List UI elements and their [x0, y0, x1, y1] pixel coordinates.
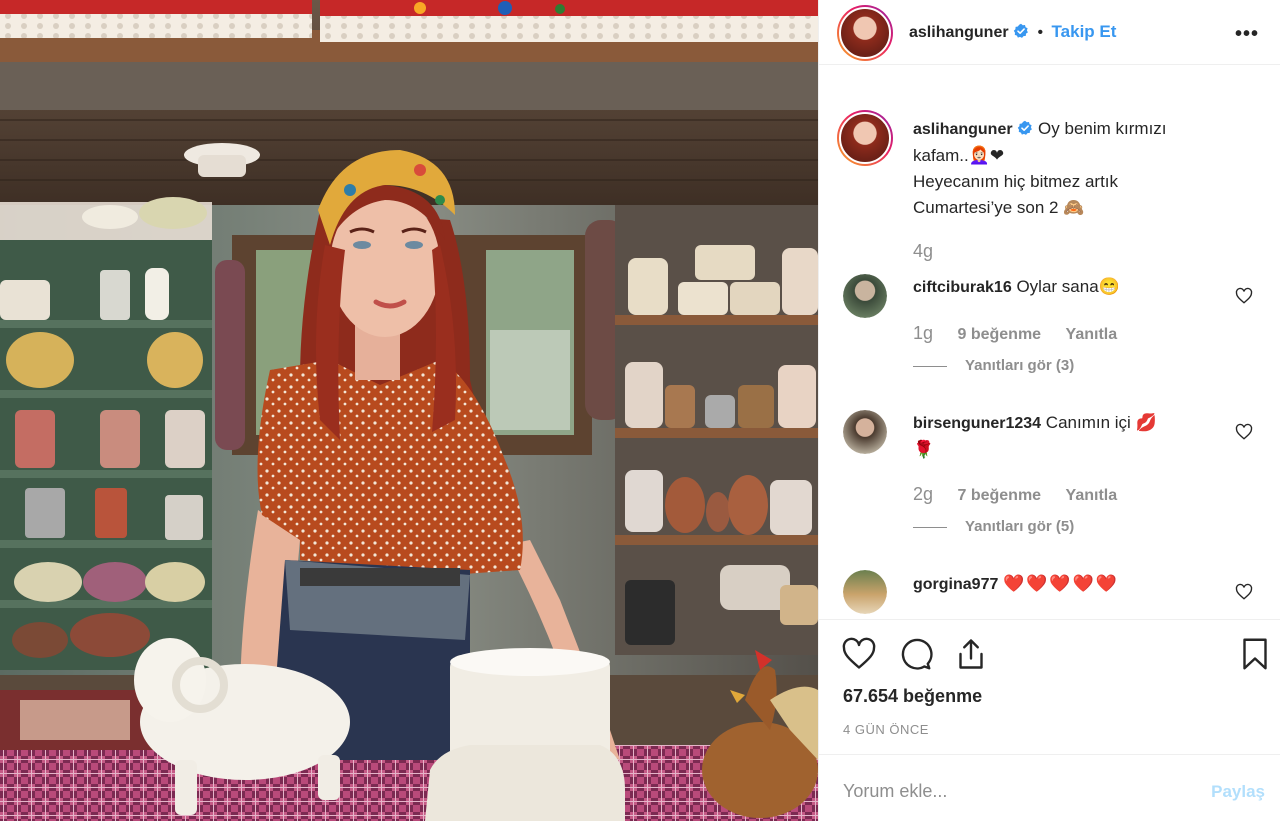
comment-bubble-icon[interactable]	[897, 636, 933, 672]
like-count[interactable]: 67.654 beğenme	[843, 686, 982, 707]
post-actions: 67.654 beğenme 4 GÜN ÖNCE	[819, 619, 1280, 754]
caption-time[interactable]: 4g	[913, 241, 933, 262]
author-avatar[interactable]	[837, 5, 893, 61]
comment-like-count[interactable]: 9 beğenme	[957, 326, 1041, 343]
view-replies-button[interactable]: Yanıtları gör (5)	[913, 518, 1074, 535]
author-username[interactable]: aslihanguner	[909, 24, 1009, 41]
header-separator: •	[1037, 24, 1044, 41]
post-photo[interactable]	[0, 0, 818, 821]
caption-line-1: Oy benim kırmızı	[1038, 119, 1167, 138]
comment-text: Oylar sana😁	[1016, 277, 1120, 296]
follow-button[interactable]: Takip Et	[1052, 22, 1117, 41]
comment-like-count[interactable]: 7 beğenme	[957, 487, 1041, 504]
comment-username[interactable]: gorgina977	[913, 576, 998, 593]
like-comment-heart-icon[interactable]	[1235, 287, 1253, 305]
bookmark-icon[interactable]	[1237, 636, 1273, 672]
comments-section[interactable]: aslihanguner Oy benim kırmızı kafam..👩🏻‍…	[819, 66, 1280, 619]
comment-time[interactable]: 2g	[913, 484, 933, 504]
view-replies-button[interactable]: Yanıtları gör (3)	[913, 357, 1074, 374]
comment-reply-button[interactable]: Yanıtla	[1066, 487, 1118, 504]
share-icon[interactable]	[953, 636, 989, 672]
caption-line-3: Heyecanım hiç bitmez artık	[913, 172, 1119, 191]
comment-text-line-2: 🌹	[913, 440, 935, 459]
more-options-icon[interactable]: •••	[1235, 23, 1259, 46]
verified-badge-icon	[1018, 120, 1033, 135]
caption-username[interactable]: aslihanguner	[913, 121, 1013, 138]
caption-line-2: kafam..👩🏻‍🦰❤	[913, 146, 1005, 165]
add-comment-bar: Yorum ekle... Paylaş	[819, 754, 1280, 821]
comment-body: birsenguner1234 Canımın içi 💋 🌹	[913, 410, 1243, 463]
caption-line-4: Cumartesi’ye son 2 🙈	[913, 198, 1085, 217]
view-replies-line	[913, 365, 947, 367]
comment-reply-button[interactable]: Yanıtla	[1066, 326, 1118, 343]
comment-text: Canımın içi 💋	[1045, 413, 1157, 432]
comment-meta: 1g 9 beğenme Yanıtla	[913, 323, 1117, 344]
comment-avatar[interactable]	[843, 570, 887, 614]
comment-username[interactable]: ciftciburak16	[913, 279, 1012, 296]
comment-text: ❤️❤️❤️❤️❤️	[1003, 574, 1119, 593]
comment-body: ciftciburak16 Oylar sana😁	[913, 274, 1243, 301]
caption-avatar[interactable]	[837, 110, 893, 166]
comment-meta: 2g 7 beğenme Yanıtla	[913, 484, 1117, 505]
like-heart-icon[interactable]	[841, 636, 877, 672]
view-replies-label: Yanıtları gör (5)	[965, 518, 1075, 535]
view-replies-label: Yanıtları gör (3)	[965, 357, 1075, 374]
post-comment-button[interactable]: Paylaş	[1211, 782, 1265, 802]
comment-input[interactable]: Yorum ekle...	[843, 781, 947, 802]
comment-avatar[interactable]	[843, 274, 887, 318]
comment-time[interactable]: 1g	[913, 323, 933, 343]
post-header: aslihanguner • Takip Et •••	[819, 0, 1280, 65]
like-comment-heart-icon[interactable]	[1235, 583, 1253, 601]
post-time-ago[interactable]: 4 GÜN ÖNCE	[843, 722, 929, 737]
comment-body: gorgina977 ❤️❤️❤️❤️❤️	[913, 571, 1243, 598]
post-side-panel: aslihanguner • Takip Et ••• aslihanguner…	[818, 0, 1280, 821]
view-replies-line	[913, 526, 947, 528]
comment-avatar[interactable]	[843, 410, 887, 454]
verified-badge-icon	[1013, 23, 1028, 38]
comment-username[interactable]: birsenguner1234	[913, 415, 1041, 432]
like-comment-heart-icon[interactable]	[1235, 423, 1253, 441]
caption: aslihanguner Oy benim kırmızı kafam..👩🏻‍…	[913, 116, 1243, 221]
post-image	[0, 0, 818, 821]
